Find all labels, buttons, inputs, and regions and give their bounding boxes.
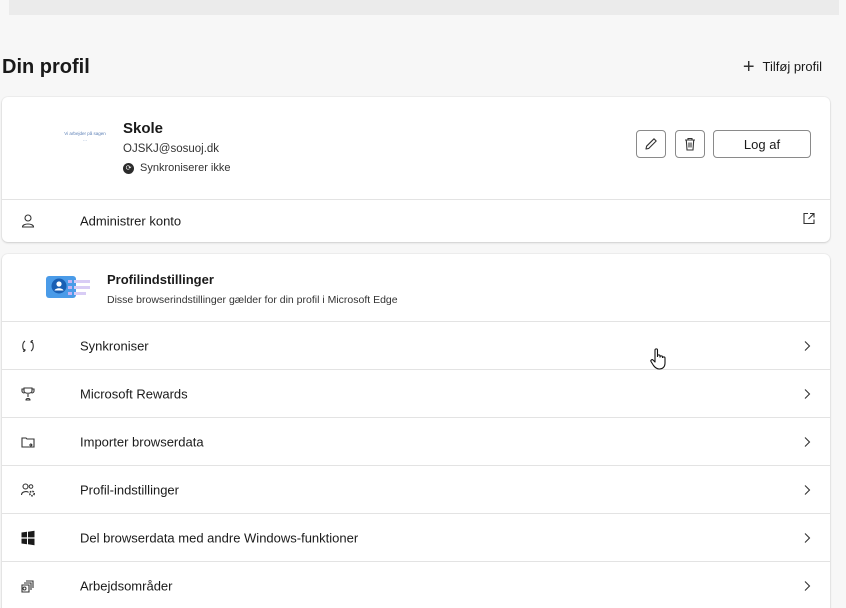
manage-account-link[interactable]: Administrer konto [2, 200, 830, 242]
settings-item-label: Synkroniser [80, 338, 149, 353]
settings-item-import[interactable]: Importer browserdata [2, 418, 830, 465]
settings-item-windows-share[interactable]: Del browserdata med andre Windows-funkti… [2, 514, 830, 561]
profile-header: Din profil + Tilføj profil [0, 52, 846, 84]
settings-item-label: Del browserdata med andre Windows-funkti… [80, 530, 359, 545]
chevron-right-icon [804, 436, 811, 447]
sync-status: ⟳ Synkroniserer ikke [123, 162, 230, 174]
rewards-trophy-icon [20, 386, 36, 402]
profile-settings-title: Profilindstillinger [107, 272, 214, 287]
settings-item-label: Arbejdsområder [80, 578, 173, 593]
settings-item-rewards[interactable]: Microsoft Rewards [2, 370, 830, 417]
chevron-right-icon [804, 388, 811, 399]
profile-settings-illustration-icon [46, 276, 90, 298]
chevron-right-icon [804, 532, 811, 543]
workspaces-icon [20, 578, 36, 594]
profile-card: Vi arbejder på sagen ... Skole OJSKJ@sos… [2, 97, 830, 242]
trash-icon [685, 137, 695, 151]
sync-off-icon: ⟳ [123, 162, 134, 174]
profile-settings-header: Profilindstillinger Disse browserindstil… [2, 254, 830, 321]
edit-profile-button[interactable] [636, 130, 666, 158]
delete-profile-button[interactable] [675, 130, 705, 158]
pencil-icon [645, 138, 657, 150]
sync-status-label: Synkroniserer ikke [140, 162, 231, 174]
settings-item-label: Profil-indstillinger [80, 482, 179, 497]
profile-settings-icon [20, 482, 36, 498]
external-link-icon [802, 212, 816, 231]
settings-item-workspaces[interactable]: Arbejdsområder [2, 562, 830, 608]
person-icon [20, 213, 36, 229]
sync-icon [20, 338, 36, 354]
chevron-right-icon [804, 484, 811, 495]
settings-item-profile-settings[interactable]: Profil-indstillinger [2, 466, 830, 513]
hand-cursor-icon [650, 348, 666, 370]
plus-icon: + [742, 55, 755, 78]
chevron-right-icon [804, 340, 811, 351]
profile-name: Skole [123, 120, 164, 137]
add-profile-label: Tilføj profil [762, 59, 822, 74]
settings-item-label: Microsoft Rewards [80, 386, 188, 401]
profile-settings-description: Disse browserindstillinger gælder for di… [107, 294, 398, 306]
settings-item-label: Importer browserdata [80, 434, 204, 449]
settings-item-sync[interactable]: Synkroniser [2, 322, 830, 369]
add-profile-button[interactable]: + Tilføj profil [742, 55, 822, 78]
chevron-right-icon [804, 580, 811, 591]
profile-settings-card: Profilindstillinger Disse browserindstil… [2, 254, 830, 608]
page-title: Din profil [2, 56, 90, 78]
import-icon [20, 434, 36, 450]
top-bar [9, 0, 839, 15]
profile-summary: Vi arbejder på sagen ... Skole OJSKJ@sos… [2, 97, 830, 199]
profile-email: OJSKJ@sosuoj.dk [123, 143, 220, 155]
windows-icon [20, 530, 36, 546]
manage-account-label: Administrer konto [80, 213, 182, 229]
profile-picture: Vi arbejder på sagen ... [64, 131, 106, 142]
logout-button[interactable]: Log af [713, 130, 811, 158]
